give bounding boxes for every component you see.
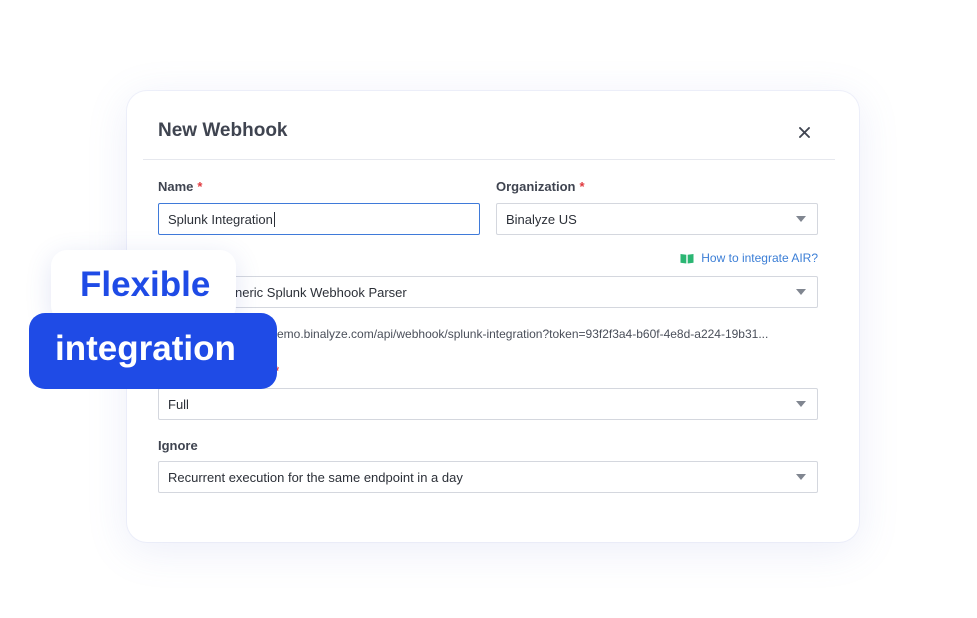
webhook-url: emo.binalyze.com/api/webhook/splunk-inte… [277,327,769,341]
text-cursor [273,211,275,227]
dialog-title: New Webhook [158,120,288,141]
book-icon [680,253,694,263]
fourth-field-select-value: Full [168,396,189,412]
organization-select-value: Binalyze US [506,211,577,227]
organization-required-mark: * [579,179,585,194]
chevron-down-icon [796,401,806,407]
name-label: Name * [158,179,202,194]
chevron-down-icon [796,289,806,295]
name-input[interactable]: Splunk Integration [158,203,480,235]
name-label-text: Name [158,179,194,194]
how-to-integrate-link-label: How to integrate AIR? [701,251,818,265]
ignore-select[interactable]: Recurrent execution for the same endpoin… [158,461,818,493]
header-divider [143,159,835,160]
ignore-select-value: Recurrent execution for the same endpoin… [168,469,463,485]
fourth-field-select[interactable]: Full [158,388,818,420]
how-to-integrate-link[interactable]: How to integrate AIR? [680,251,818,265]
organization-label-text: Organization [496,179,576,194]
chevron-down-icon [796,474,806,480]
close-button[interactable] [793,121,815,143]
flexible-badge: Flexible [51,250,236,322]
stage: New Webhook Name * Splunk Integration Org… [0,0,977,618]
organization-select[interactable]: Binalyze US [496,203,818,235]
chevron-down-icon [796,216,806,222]
close-icon [798,126,810,138]
name-required-mark: * [197,179,203,194]
organization-label: Organization * [496,179,585,194]
name-input-value: Splunk Integration [168,211,273,227]
integration-badge: integration [29,313,277,389]
ignore-label: Ignore [158,438,198,453]
parser-select[interactable]: neric Splunk Webhook Parser [158,276,818,308]
